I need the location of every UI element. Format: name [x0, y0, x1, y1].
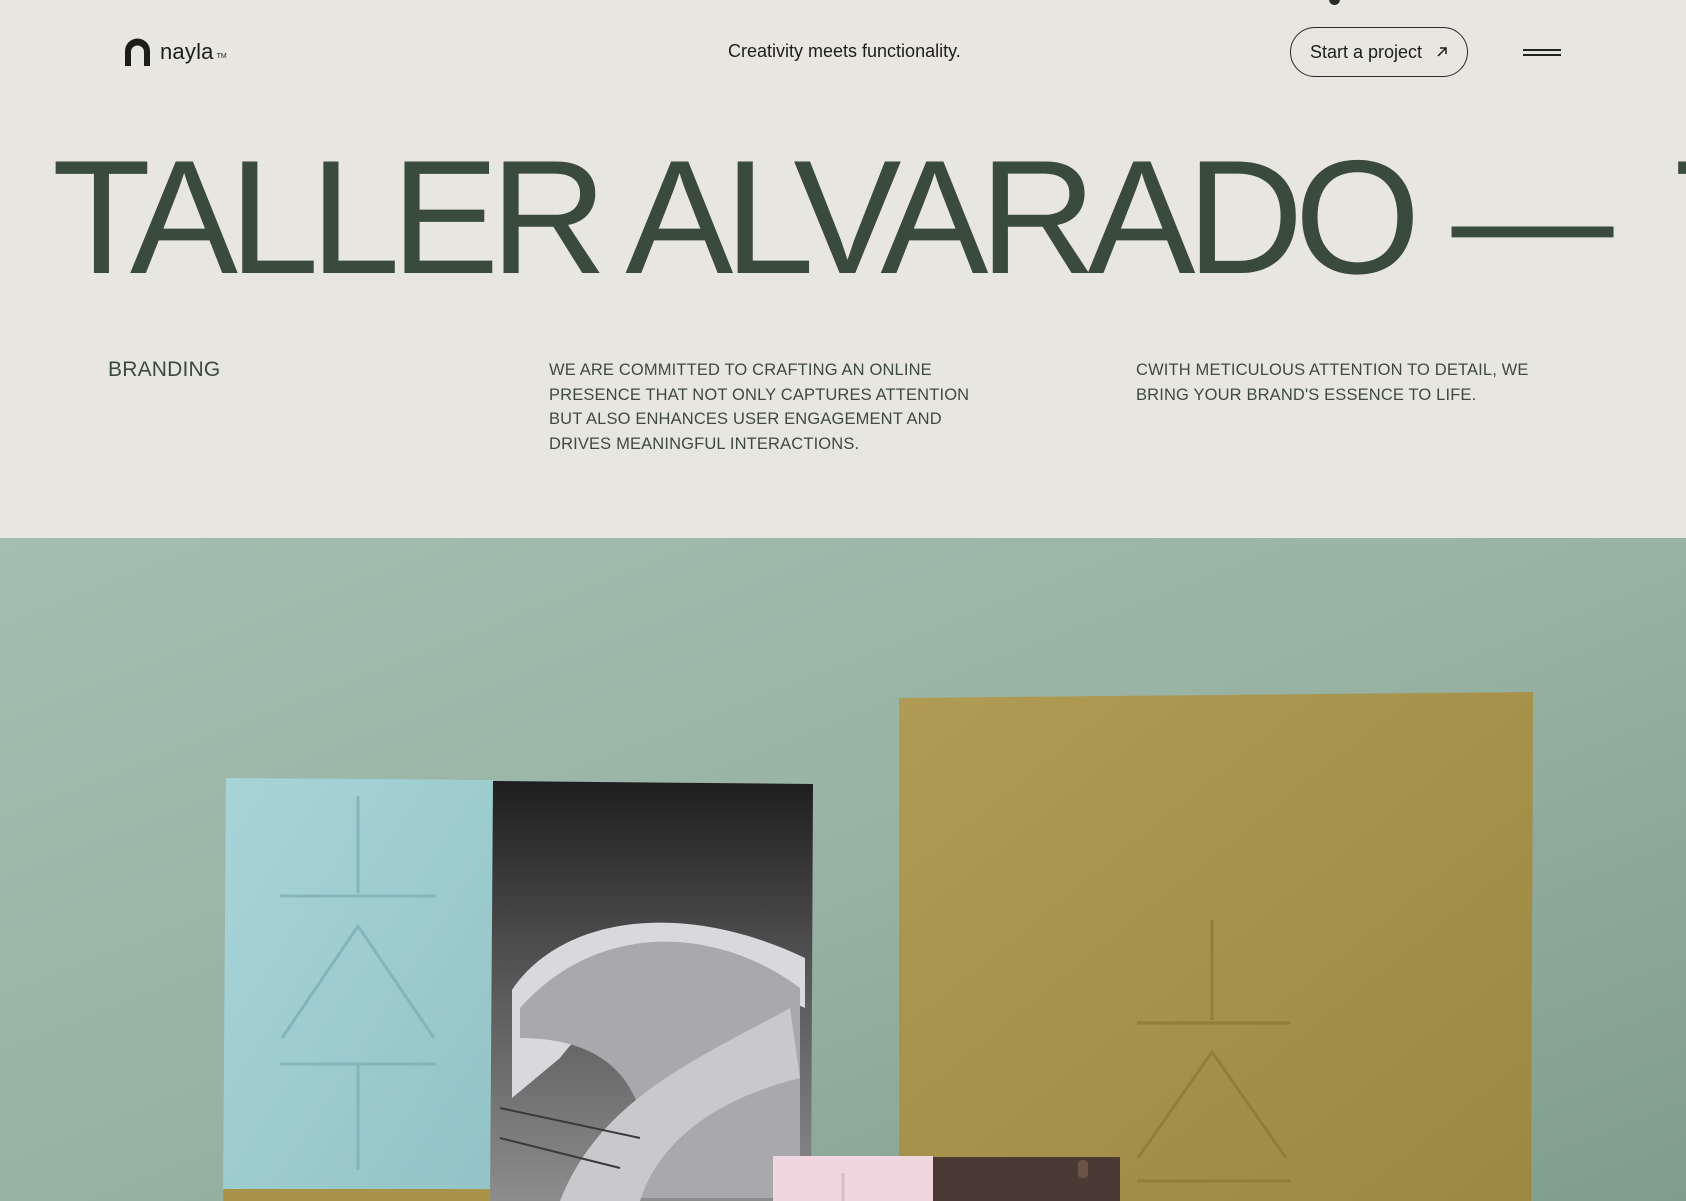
gold-brand-card	[899, 692, 1533, 1201]
trademark-mark: TM	[216, 53, 227, 60]
blue-brand-card	[223, 778, 494, 1201]
header-tagline: Creativity meets functionality.	[728, 41, 961, 61]
project-title-marquee: TALLER ALVARADO—TALLER ALVARADO	[0, 130, 1686, 305]
start-project-button[interactable]: Start a project	[1290, 27, 1468, 77]
architecture-photo-card	[490, 781, 813, 1201]
arch-logo-icon	[125, 38, 150, 66]
logo-link[interactable]: nayla TM	[124, 37, 227, 67]
brand-name: nayla	[160, 39, 214, 64]
project-description-1: We are committed to crafting an online p…	[549, 361, 970, 453]
project-title: TALLER ALVARADO	[52, 130, 1421, 305]
start-project-label: Start a project	[1309, 41, 1423, 62]
arrow-up-right-icon	[1437, 47, 1447, 57]
project-category: BRANDING	[108, 358, 221, 381]
hamburger-menu-icon[interactable]	[1521, 44, 1563, 62]
site-header: nayla TM Creativity meets functionality.…	[0, 0, 1686, 106]
branding-mockup-photo	[0, 538, 1686, 1201]
pink-brand-card	[773, 1156, 1120, 1201]
project-hero-image	[0, 538, 1686, 1201]
project-description-2: Cwith meticulous attention to detail, we…	[1136, 361, 1529, 404]
project-title-repeat: TALLER ALVARADO	[1675, 130, 1686, 305]
title-separator: —	[1451, 130, 1614, 305]
